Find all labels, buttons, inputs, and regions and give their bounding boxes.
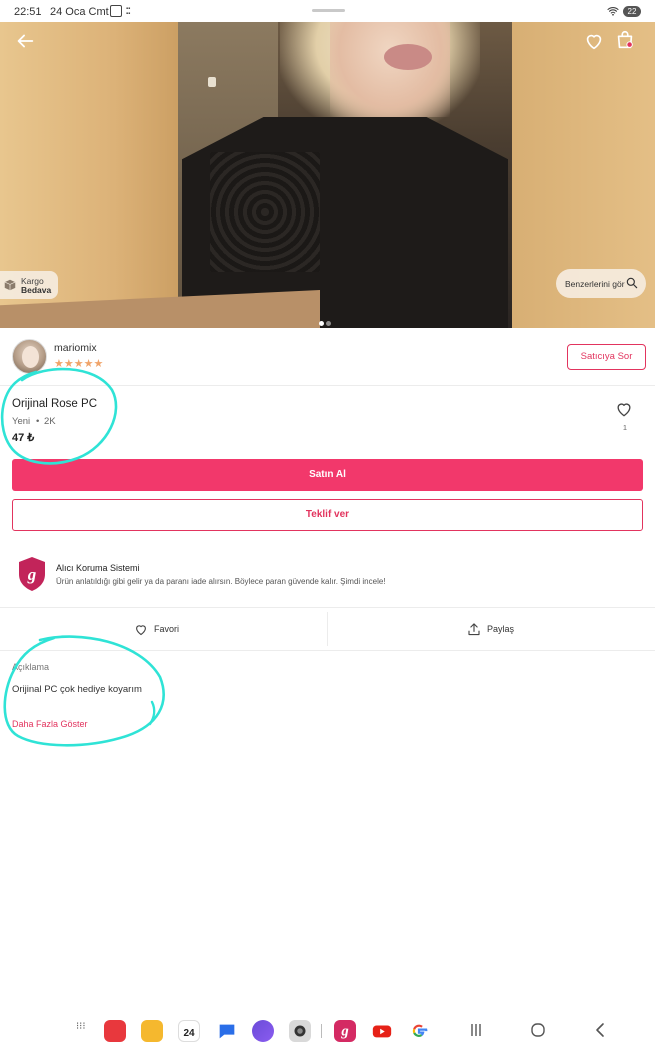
camera-app-icon[interactable] (289, 1020, 311, 1042)
free-shipping-badge: Kargo Bedava (0, 271, 58, 299)
screenshot-icon (110, 5, 122, 17)
make-offer-button[interactable]: Teklif ver (12, 499, 643, 531)
share-label: Paylaş (487, 624, 515, 634)
notification-icon: ▪▪ ▪▪ (126, 6, 131, 17)
search-similar-icon (626, 277, 638, 289)
ask-seller-button[interactable]: Satıcıya Sor (567, 344, 646, 370)
google-app-icon[interactable] (408, 1020, 430, 1042)
share-button[interactable]: Paylaş (328, 608, 655, 650)
description-heading: Açıklama (12, 662, 50, 672)
description-text: Orijinal PC çok hediye koyarım (12, 684, 142, 695)
messages-app-icon[interactable] (216, 1020, 238, 1042)
like-count: 1 (622, 423, 628, 432)
similar-label: Benzerlerini gör (565, 279, 625, 289)
recent-apps-icon[interactable] (469, 1022, 483, 1038)
files-app-icon[interactable] (141, 1020, 163, 1042)
g-logo-icon: g (340, 1024, 348, 1040)
divider (0, 385, 655, 386)
heart-outline-icon (136, 625, 146, 636)
favorite-label: Favori (154, 624, 180, 634)
product-size: 2K (44, 416, 56, 427)
status-time: 22:51 (14, 6, 42, 18)
like-heart-icon[interactable] (614, 399, 634, 419)
chat-bubble-icon (219, 1024, 235, 1039)
dock-separator (321, 1024, 322, 1038)
product-title: Orijinal Rose PC (12, 398, 97, 410)
protection-title[interactable]: Alıcı Koruma Sistemi (56, 563, 140, 573)
seller-rating-stars: ★★★★★ (54, 358, 104, 370)
status-date: 24 Oca Cmt (50, 6, 109, 18)
navigation-bar (0, 1012, 655, 1048)
protection-description[interactable]: Ürün anlatıldığı gibi gelir ya da paranı… (56, 577, 386, 586)
product-price: 47 ₺ (12, 432, 35, 444)
seller-name[interactable]: mariomix (54, 342, 97, 354)
share-icon (468, 623, 480, 636)
youtube-icon (372, 1025, 392, 1038)
camera-icon (294, 1025, 306, 1037)
calendar-app-icon[interactable]: 24 (178, 1020, 200, 1042)
google-icon (412, 1024, 428, 1037)
pager-dot (326, 321, 331, 326)
image-pager-dots (319, 313, 333, 331)
similar-items-button[interactable]: Benzerlerini gör (556, 269, 646, 298)
gardrops-app-icon[interactable]: g (334, 1020, 356, 1042)
separator-dot: • (36, 416, 40, 427)
drag-handle[interactable] (312, 9, 345, 12)
status-bar: 22:51 24 Oca Cmt ▪▪ ▪▪ 22 (0, 0, 655, 22)
home-icon[interactable] (530, 1022, 546, 1038)
notes-app-icon[interactable] (104, 1020, 126, 1042)
wifi-icon (607, 7, 619, 16)
buyer-protection-shield-icon[interactable]: g (17, 556, 47, 592)
package-icon (4, 279, 16, 291)
youtube-app-icon[interactable] (371, 1020, 393, 1042)
divider (0, 650, 655, 651)
shopping-bag-icon[interactable] (614, 29, 636, 51)
svg-text:g: g (340, 1024, 348, 1040)
svg-text:g: g (27, 565, 37, 584)
browser-app-icon[interactable] (252, 1020, 274, 1042)
product-condition: Yeni (12, 416, 31, 427)
annotation-circle-description (3, 635, 165, 747)
buy-button[interactable]: Satın Al (12, 459, 643, 491)
heart-icon[interactable] (583, 30, 605, 52)
seller-avatar[interactable] (12, 339, 47, 374)
show-more-link[interactable]: Daha Fazla Göster (12, 719, 88, 729)
pager-dot-active (319, 321, 324, 326)
back-arrow-icon[interactable] (14, 30, 36, 52)
app-drawer-icon[interactable]: ⁝⁝⁝ (76, 1022, 86, 1032)
favorite-button[interactable]: Favori (0, 608, 327, 650)
nav-back-icon[interactable] (594, 1022, 606, 1038)
bedava-label: Bedava (21, 285, 52, 295)
battery-indicator: 22 (623, 6, 641, 17)
